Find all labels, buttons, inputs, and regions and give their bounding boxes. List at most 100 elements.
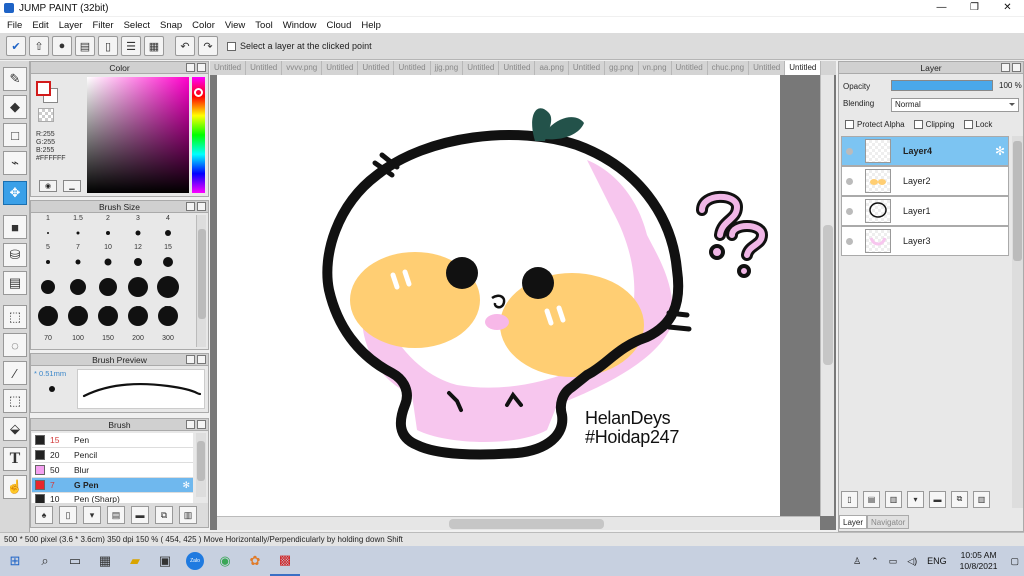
- new-layer-button[interactable]: ▯: [841, 490, 858, 508]
- brush-size-option[interactable]: 20: [33, 273, 63, 313]
- redo-button[interactable]: ↷: [198, 36, 218, 56]
- tab-document[interactable]: gg.png: [605, 61, 639, 75]
- volume-icon[interactable]: ◁): [902, 556, 922, 567]
- close-button[interactable]: ✕: [991, 0, 1024, 16]
- select-layer-at-point-checkbox[interactable]: Select a layer at the clicked point: [227, 41, 372, 51]
- tab-document[interactable]: aa.png: [535, 61, 569, 75]
- brush-size-option[interactable]: 12: [123, 244, 153, 273]
- blending-select[interactable]: Normal: [891, 98, 1019, 112]
- brush-tool[interactable]: ⌁: [3, 151, 27, 175]
- panel-close-icon[interactable]: [1012, 63, 1021, 72]
- brush-delete-button[interactable]: ▥: [179, 506, 197, 524]
- menu-window[interactable]: Window: [278, 20, 322, 31]
- clipping-checkbox[interactable]: [913, 120, 923, 129]
- eraser-tool[interactable]: ◆: [3, 95, 27, 119]
- zalo-button[interactable]: Zalo: [180, 546, 210, 576]
- panel-float-icon[interactable]: [186, 63, 195, 72]
- canvas-horizontal-scrollbar[interactable]: [217, 516, 820, 530]
- tab-document[interactable]: Untitled: [463, 61, 500, 75]
- brush-item-selected[interactable]: 7 G Pen ✻: [32, 478, 193, 493]
- rectangle-tool[interactable]: □: [3, 123, 27, 147]
- visibility-icon[interactable]: [846, 237, 853, 245]
- panel-float-icon[interactable]: [1001, 63, 1010, 72]
- visibility-icon[interactable]: [846, 177, 853, 185]
- panel-float-icon[interactable]: [186, 202, 195, 211]
- gear-icon[interactable]: ✻: [995, 144, 1005, 158]
- opacity-slider[interactable]: [891, 80, 993, 91]
- tab-active-document[interactable]: Untitled: [785, 61, 822, 75]
- brush-size-option[interactable]: 4: [153, 215, 183, 244]
- visibility-icon[interactable]: [846, 147, 853, 155]
- brush-size-option[interactable]: 25: [63, 273, 93, 313]
- new-brush-button[interactable]: ▯: [59, 506, 77, 524]
- brush-item[interactable]: 20 Pencil: [32, 448, 193, 463]
- bucket-tool[interactable]: ⛁: [3, 243, 27, 267]
- notifications-icon[interactable]: ▢: [1005, 556, 1024, 567]
- layer-row[interactable]: Layer1: [841, 196, 1009, 226]
- scroll-thumb[interactable]: [1013, 141, 1022, 261]
- comment-button[interactable]: ●: [52, 36, 72, 56]
- brush-cloud-button[interactable]: ♠: [35, 506, 53, 524]
- brush-size-option[interactable]: 200: [123, 302, 153, 342]
- layer-menu-button[interactable]: ▾: [907, 490, 924, 508]
- layer-row[interactable]: Layer3: [841, 226, 1009, 256]
- brush-item[interactable]: 50 Blur: [32, 463, 193, 478]
- brush-menu-button[interactable]: ▾: [83, 506, 101, 524]
- brush-size-option[interactable]: 3: [123, 215, 153, 244]
- lasso-tool[interactable]: ◌: [3, 333, 27, 357]
- brush-size-option[interactable]: 30: [93, 273, 123, 313]
- layer-list-scrollbar[interactable]: [1012, 136, 1023, 508]
- tab-document[interactable]: jjg.png: [431, 61, 464, 75]
- brush-folder-button[interactable]: ▬: [131, 506, 149, 524]
- brush-size-option[interactable]: 1.5: [63, 215, 93, 244]
- brush-list-scrollbar[interactable]: [196, 433, 206, 497]
- page-button[interactable]: ▯: [98, 36, 118, 56]
- file-explorer-button[interactable]: ▰: [120, 546, 150, 576]
- tab-document[interactable]: Untitled: [210, 61, 247, 75]
- menu-color[interactable]: Color: [187, 20, 220, 31]
- panel-close-icon[interactable]: [197, 202, 206, 211]
- pen-tool[interactable]: ✎: [3, 67, 27, 91]
- people-icon[interactable]: ♙: [848, 556, 866, 567]
- color-settings-button[interactable]: ▁: [63, 180, 81, 192]
- brush-size-option[interactable]: 7: [63, 244, 93, 273]
- panel-close-icon[interactable]: [197, 420, 206, 429]
- tab-document[interactable]: vvvv.png: [282, 61, 323, 75]
- scroll-thumb[interactable]: [823, 225, 833, 365]
- brush-size-option[interactable]: 300: [153, 302, 183, 342]
- jump-paint-taskbar-button[interactable]: ▩: [270, 546, 300, 576]
- duplicate-layer-button[interactable]: ⧉: [951, 490, 968, 508]
- brush-size-option[interactable]: 70: [33, 302, 63, 342]
- cloud-sync-button[interactable]: ✔: [6, 36, 26, 56]
- tab-document[interactable]: Untitled: [358, 61, 395, 75]
- tab-document[interactable]: Untitled: [394, 61, 431, 75]
- restore-button[interactable]: ❐: [958, 0, 991, 16]
- panel-close-icon[interactable]: [197, 63, 206, 72]
- menu-file[interactable]: File: [2, 20, 27, 31]
- brush-size-option[interactable]: 150: [93, 302, 123, 342]
- move-tool[interactable]: ✥: [3, 181, 27, 205]
- gear-icon[interactable]: ✻: [182, 480, 190, 491]
- text-tool[interactable]: T: [3, 447, 27, 471]
- layer-row-selected[interactable]: Layer4 ✻: [841, 136, 1009, 166]
- new-layer-type-button[interactable]: ▤: [863, 490, 880, 508]
- hand-tool[interactable]: ☝: [3, 475, 27, 499]
- tab-document[interactable]: Untitled: [569, 61, 606, 75]
- chrome-button[interactable]: ◉: [210, 546, 240, 576]
- panel-close-icon[interactable]: [197, 355, 206, 364]
- undo-button[interactable]: ↶: [175, 36, 195, 56]
- panel-float-icon[interactable]: [186, 355, 195, 364]
- share-button[interactable]: ⇧: [29, 36, 49, 56]
- layer-row[interactable]: Layer2: [841, 166, 1009, 196]
- delete-layer-button[interactable]: ▥: [973, 490, 990, 508]
- brush-size-option[interactable]: 5: [33, 244, 63, 273]
- brush-settings-button[interactable]: ▤: [107, 506, 125, 524]
- tab-document[interactable]: Untitled: [322, 61, 359, 75]
- rect-select-tool[interactable]: ⬚: [3, 305, 27, 329]
- scroll-thumb[interactable]: [449, 519, 604, 529]
- select-eraser-tool[interactable]: ⬙: [3, 417, 27, 441]
- menu-help[interactable]: Help: [356, 20, 386, 31]
- paint-app-button[interactable]: ✿: [240, 546, 270, 576]
- search-button[interactable]: ⌕: [30, 546, 60, 576]
- menu-cloud[interactable]: Cloud: [322, 20, 357, 31]
